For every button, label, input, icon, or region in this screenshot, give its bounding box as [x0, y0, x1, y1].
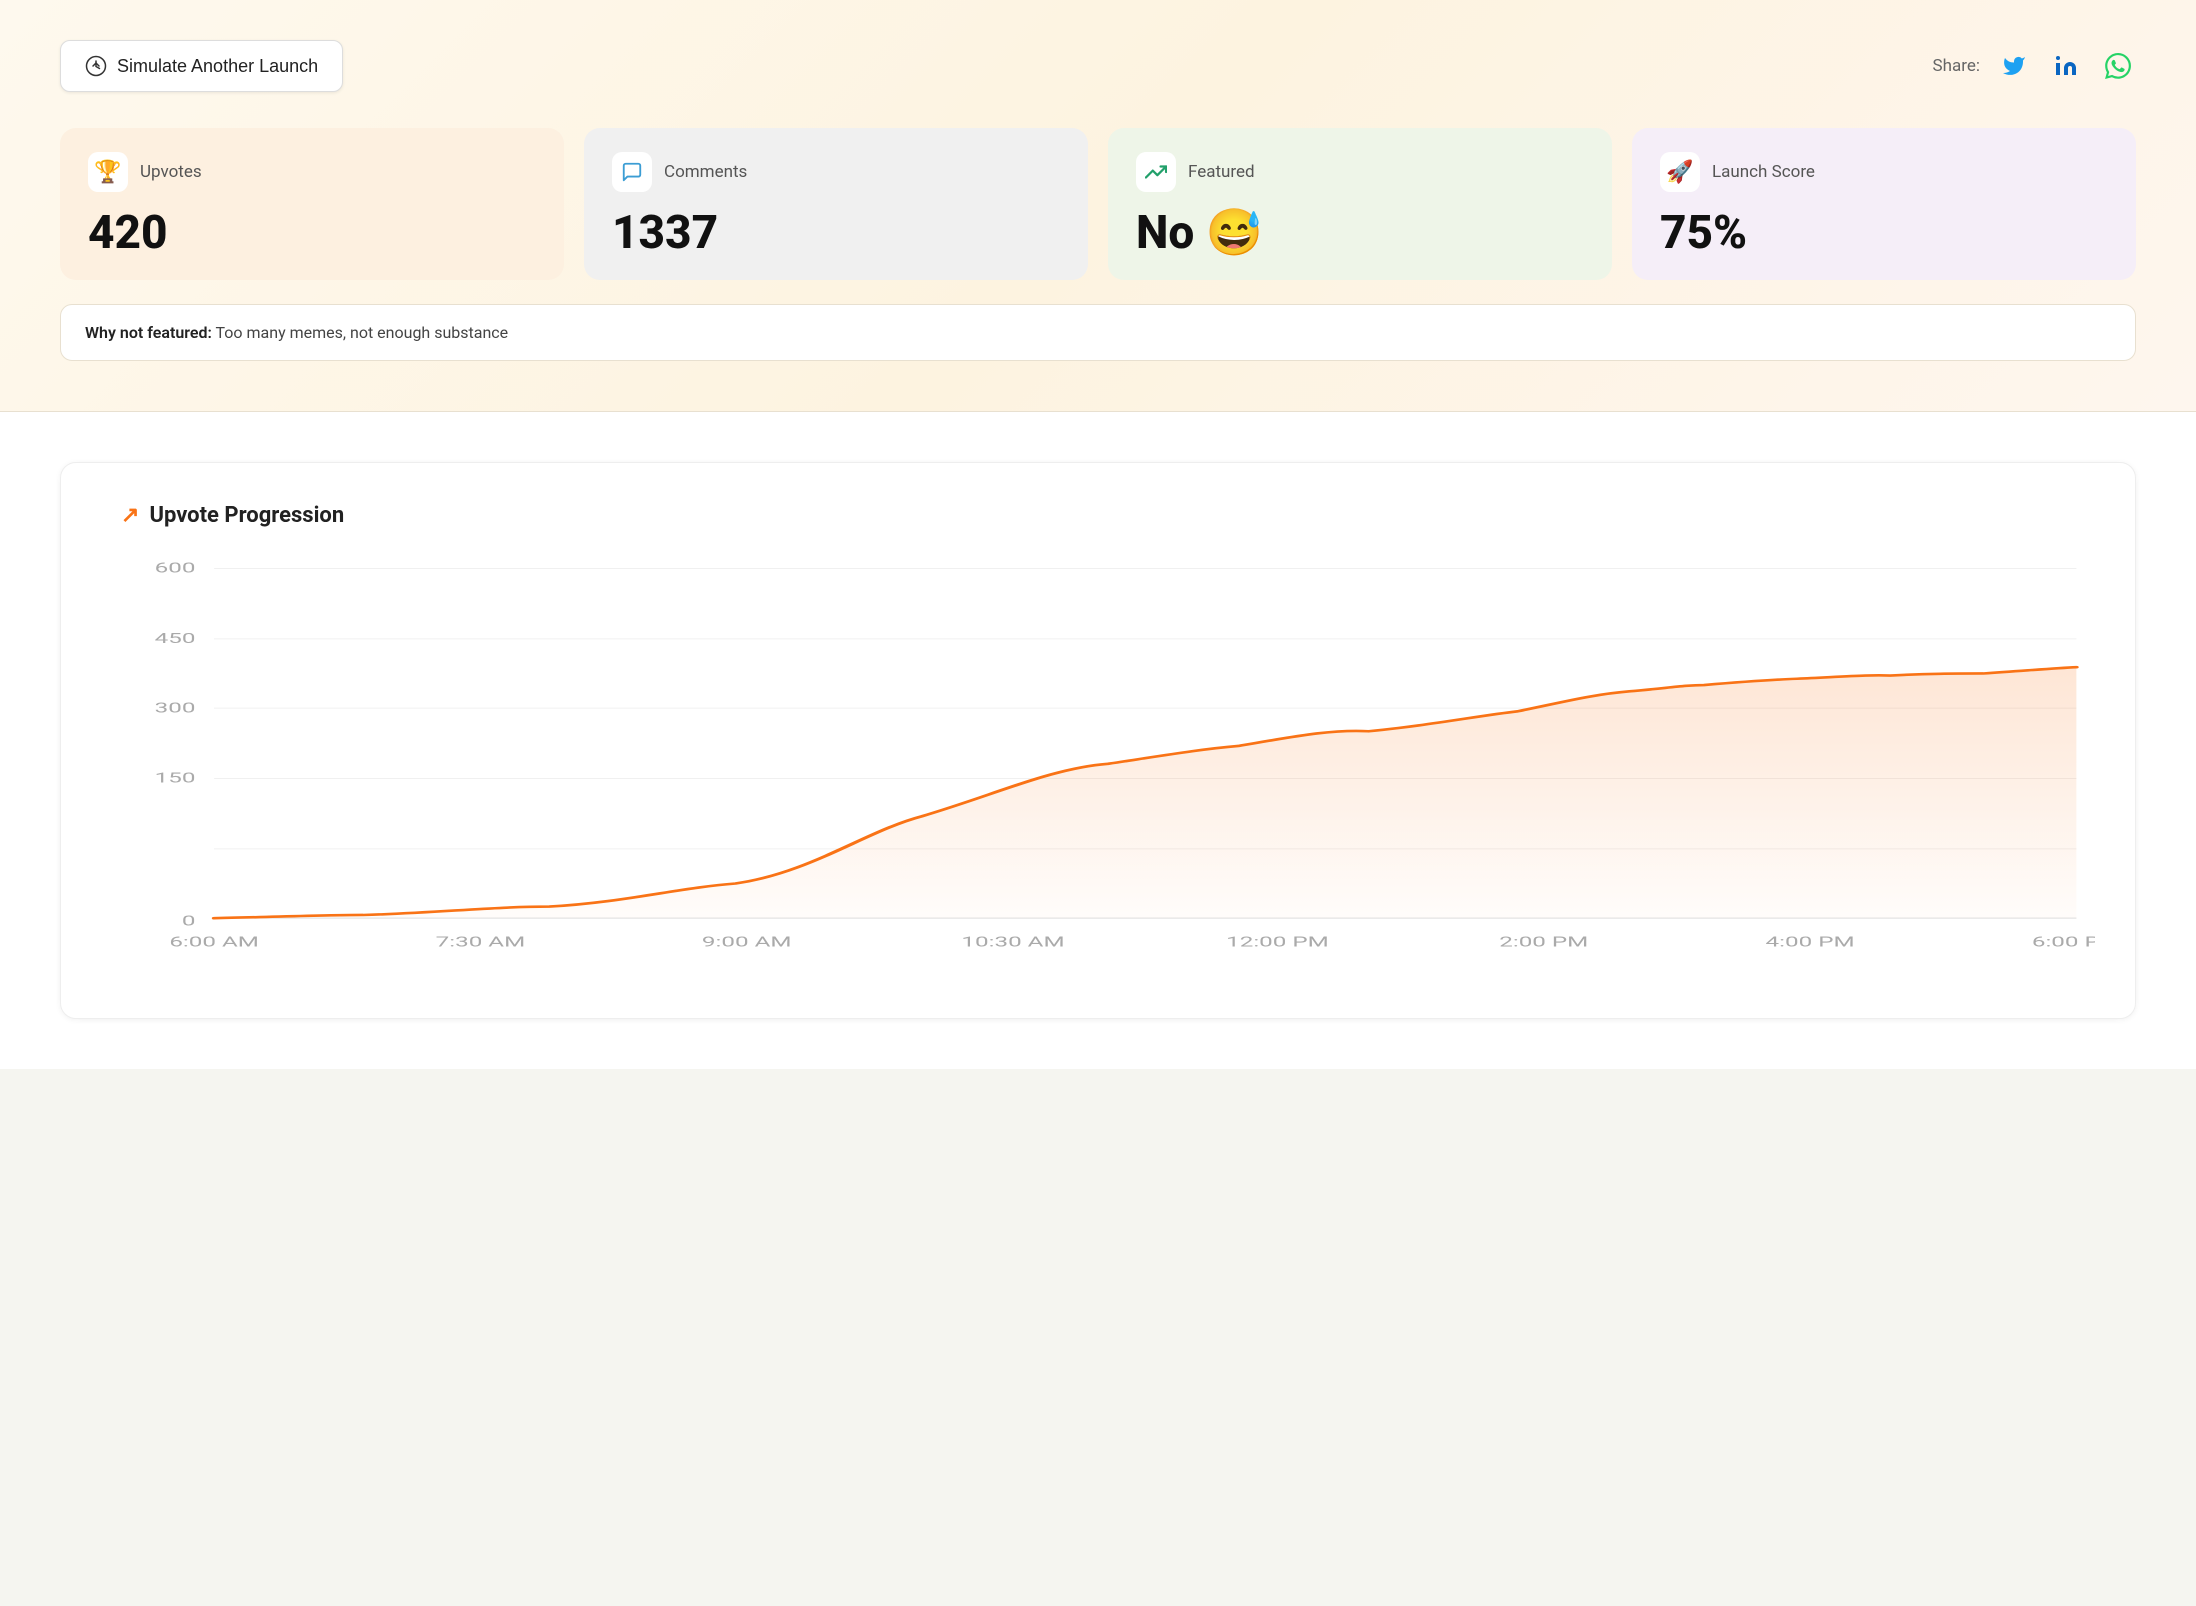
featured-icon-wrapper [1136, 152, 1176, 192]
svg-text:10:30 AM: 10:30 AM [961, 934, 1064, 950]
chart-area: 600 450 300 150 0 6:00 AM 7:30 AM 9:00 A… [121, 558, 2095, 978]
svg-text:6:00 PM: 6:00 PM [2032, 934, 2095, 950]
share-label: Share: [1933, 56, 1980, 76]
svg-text:6:00 AM: 6:00 AM [169, 934, 259, 950]
svg-text:450: 450 [155, 631, 196, 647]
chart-title-icon: ↗ [121, 503, 139, 528]
simulate-button[interactable]: Simulate Another Launch [60, 40, 343, 92]
comments-value: 1337 [612, 210, 1060, 256]
upvotes-icon-wrapper: 🏆 [88, 152, 128, 192]
svg-text:9:00 AM: 9:00 AM [702, 934, 792, 950]
svg-text:12:00 PM: 12:00 PM [1226, 934, 1329, 950]
trending-icon [1145, 161, 1167, 183]
score-title: Launch Score [1712, 162, 1815, 182]
comments-title: Comments [664, 162, 747, 182]
svg-text:300: 300 [155, 700, 196, 716]
svg-text:600: 600 [155, 560, 196, 576]
upvotes-title: Upvotes [140, 162, 202, 182]
comments-card: Comments 1337 [584, 128, 1088, 280]
rocket-icon: 🚀 [1666, 160, 1693, 185]
whatsapp-icon [2105, 53, 2131, 79]
svg-text:2:00 PM: 2:00 PM [1499, 934, 1588, 950]
cards-row: 🏆 Upvotes 420 Comments 1337 [60, 128, 2136, 280]
svg-text:0: 0 [182, 913, 196, 929]
featured-title: Featured [1188, 162, 1255, 182]
top-section: Simulate Another Launch Share: [0, 0, 2196, 412]
chart-title: ↗ Upvote Progression [121, 503, 2095, 528]
share-section: Share: [1933, 48, 2136, 84]
chat-icon [621, 161, 643, 183]
launch-score-card: 🚀 Launch Score 75% [1632, 128, 2136, 280]
svg-text:4:00 PM: 4:00 PM [1766, 934, 1855, 950]
linkedin-share-button[interactable] [2048, 48, 2084, 84]
card-header-featured: Featured [1136, 152, 1584, 192]
why-label: Why not featured: [85, 323, 212, 342]
linkedin-icon [2054, 54, 2078, 78]
svg-text:7:30 AM: 7:30 AM [436, 934, 526, 950]
featured-value: No 😅 [1136, 210, 1584, 256]
svg-text:150: 150 [155, 770, 196, 786]
bottom-section: ↗ Upvote Progression 600 450 300 150 0 [0, 412, 2196, 1069]
chart-container: ↗ Upvote Progression 600 450 300 150 0 [60, 462, 2136, 1019]
score-value: 75% [1660, 210, 2108, 256]
chart-svg: 600 450 300 150 0 6:00 AM 7:30 AM 9:00 A… [121, 558, 2095, 978]
top-bar: Simulate Another Launch Share: [60, 40, 2136, 92]
card-header-score: 🚀 Launch Score [1660, 152, 2108, 192]
whatsapp-share-button[interactable] [2100, 48, 2136, 84]
card-header-upvotes: 🏆 Upvotes [88, 152, 536, 192]
featured-card: Featured No 😅 [1108, 128, 1612, 280]
comments-icon-wrapper [612, 152, 652, 192]
why-not-featured-box: Why not featured: Too many memes, not en… [60, 304, 2136, 361]
score-icon-wrapper: 🚀 [1660, 152, 1700, 192]
why-reason: Too many memes, not enough substance [216, 323, 509, 342]
trophy-icon: 🏆 [94, 160, 121, 185]
upvotes-value: 420 [88, 210, 536, 256]
twitter-icon [2002, 54, 2026, 78]
upvotes-card: 🏆 Upvotes 420 [60, 128, 564, 280]
twitter-share-button[interactable] [1996, 48, 2032, 84]
card-header-comments: Comments [612, 152, 1060, 192]
simulate-icon [85, 55, 107, 77]
